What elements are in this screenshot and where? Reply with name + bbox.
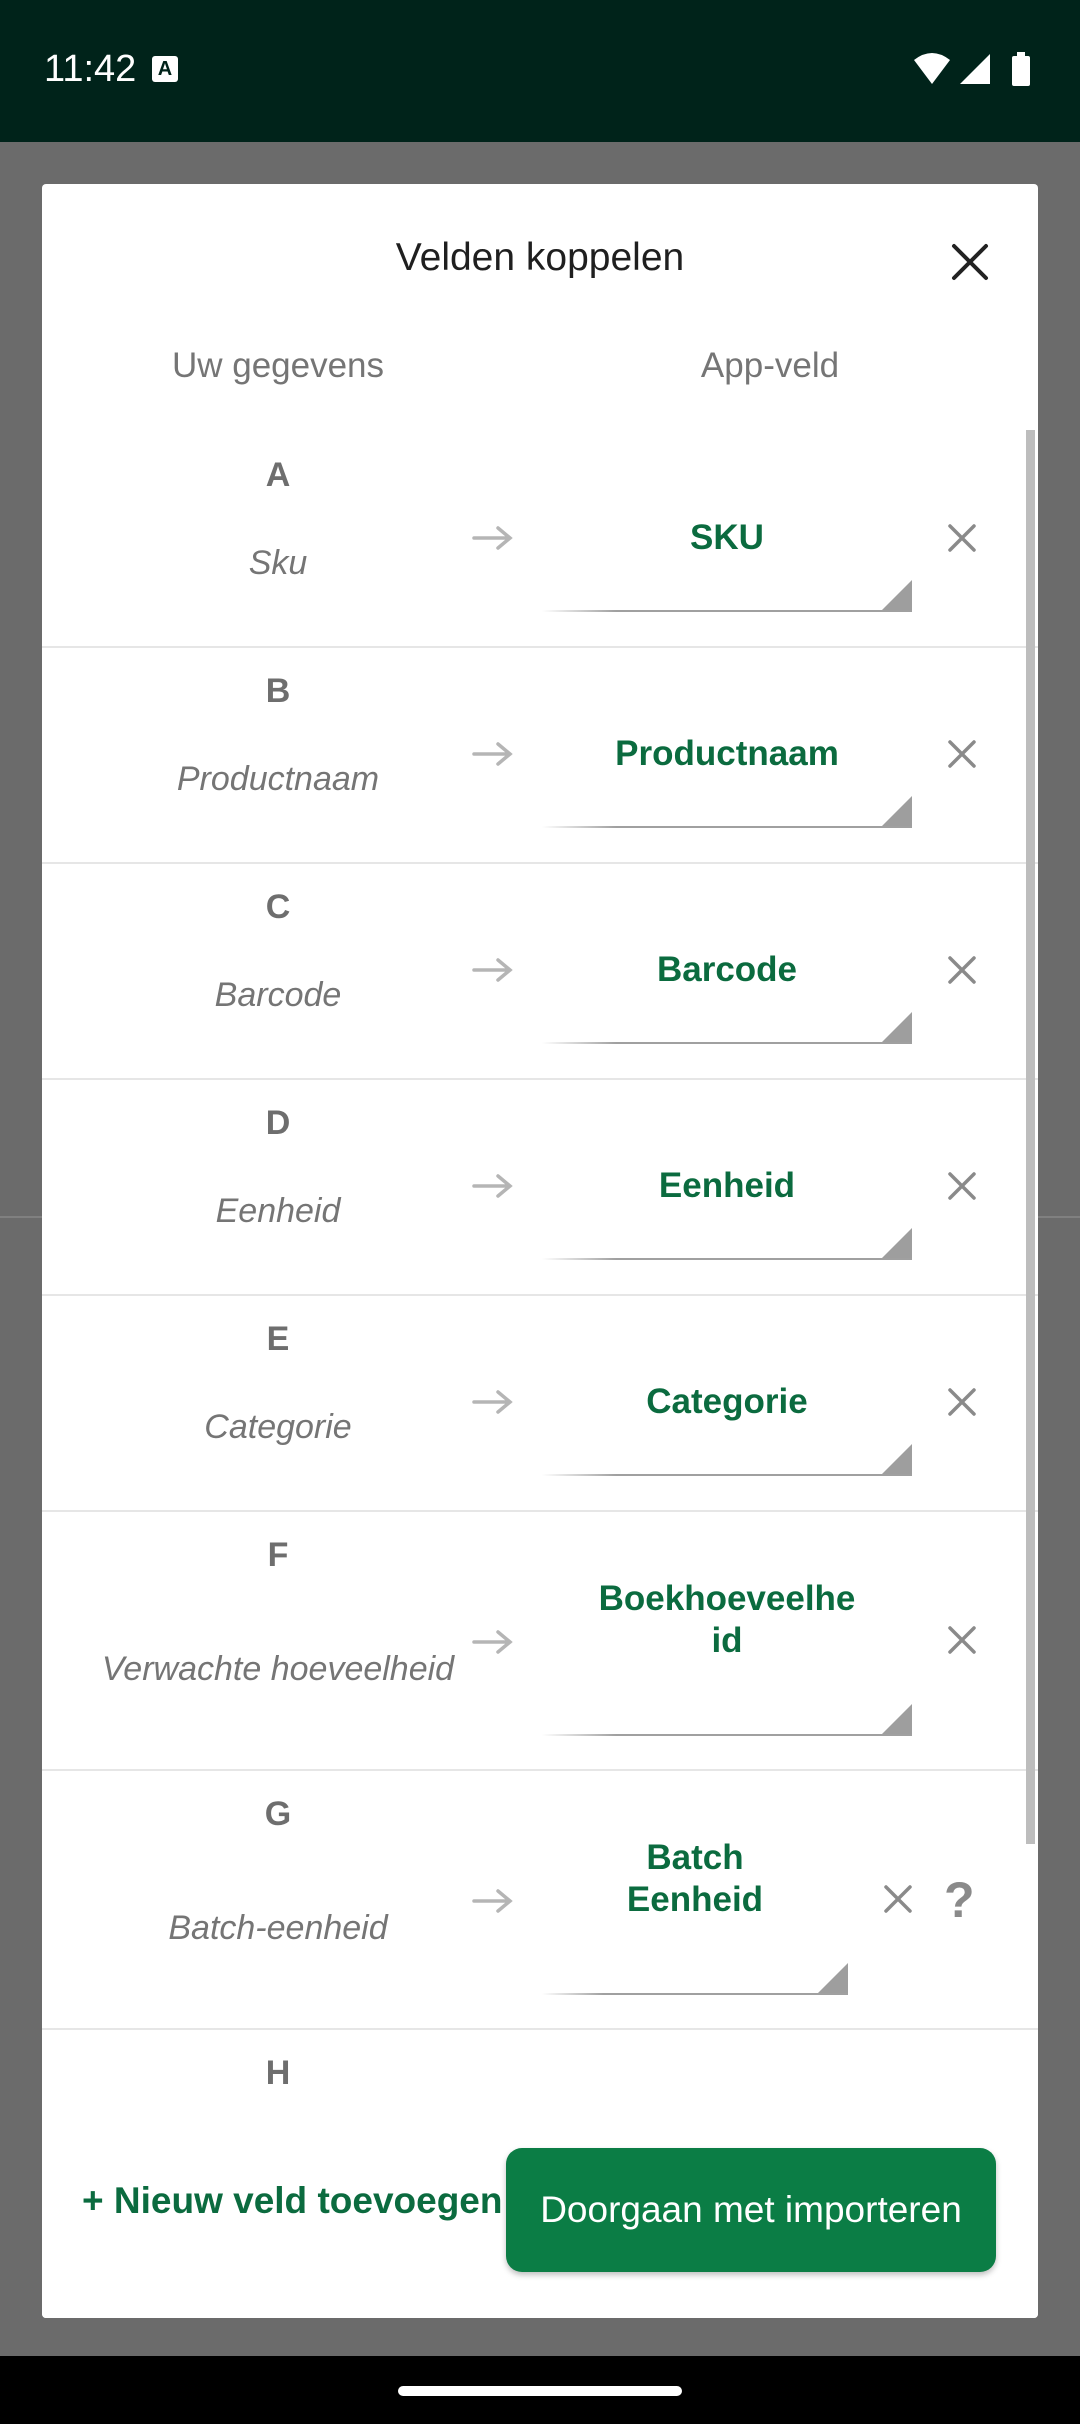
source-column-name: Categorie (204, 1408, 352, 1446)
dropdown-triangle-icon (882, 1444, 912, 1474)
app-field-value: Productnaam (615, 734, 839, 773)
app-field-value: Categorie (646, 1382, 808, 1421)
battery-icon (1012, 52, 1030, 86)
mapping-list[interactable]: A Sku SKU B Productnaam Productnaam C Ba… (42, 430, 1038, 2318)
dropdown-triangle-icon (882, 796, 912, 826)
mapping-row: C Barcode Barcode (42, 862, 1038, 1080)
arrow-right-icon (472, 1630, 513, 1654)
app-field-value: Barcode (656, 950, 798, 989)
wifi-icon (914, 53, 950, 84)
continue-import-button[interactable]: Doorgaan met importeren (506, 2148, 996, 2272)
column-letter: H (265, 2054, 291, 2092)
arrow-right-icon (472, 742, 513, 766)
select-underline (542, 1734, 912, 1736)
dropdown-triangle-icon (882, 1012, 912, 1042)
column-letter: B (265, 672, 291, 710)
app-field-value: Batch (646, 1838, 744, 1877)
home-gesture-handle[interactable] (398, 2386, 682, 2396)
app-field-value: Eenheid (658, 1166, 796, 1205)
remove-mapping-icon[interactable] (942, 518, 982, 558)
scrollbar[interactable] (1026, 430, 1035, 1844)
app-field-select[interactable]: Batch Eenheid (542, 1837, 848, 1921)
dialog-title: Velden koppelen (395, 236, 685, 279)
app-field-select[interactable]: Eenheid (542, 1165, 912, 1207)
map-fields-dialog: Velden koppelen Uw gegevens App-veld A S… (42, 184, 1038, 2318)
help-icon[interactable]: ? (944, 1871, 975, 1929)
remove-mapping-icon[interactable] (942, 1382, 982, 1422)
app-field-select[interactable]: Productnaam (542, 733, 912, 775)
column-letter: D (265, 1104, 291, 1142)
arrow-right-icon (472, 1390, 513, 1414)
dropdown-triangle-icon (818, 1963, 848, 1993)
header-your-data: Uw gegevens (171, 346, 385, 385)
select-underline (542, 1258, 912, 1260)
app-field-select[interactable]: Barcode (542, 949, 912, 991)
status-time: 11:42 (44, 48, 137, 90)
source-column-name: Productnaam (176, 760, 380, 798)
dialog-footer: + Nieuw veld toevoegen Doorgaan met impo… (42, 2124, 1038, 2318)
arrow-right-icon (472, 526, 513, 550)
arrow-right-icon (472, 1174, 513, 1198)
mapping-row: F Verwachte hoeveelheid Boekhoeveelhe id (42, 1510, 1038, 1771)
remove-mapping-icon[interactable] (942, 1166, 982, 1206)
mapping-row: A Sku SKU (42, 430, 1038, 648)
remove-mapping-icon[interactable] (942, 734, 982, 774)
status-bar: 11:42 A (0, 0, 1080, 142)
select-underline (542, 1474, 912, 1476)
column-letter: C (265, 888, 291, 926)
mapping-row: B Productnaam Productnaam (42, 646, 1038, 864)
mapping-row: E Categorie Categorie (42, 1294, 1038, 1512)
column-letter: E (266, 1320, 290, 1358)
status-icons (914, 52, 1030, 86)
dropdown-triangle-icon (882, 580, 912, 610)
source-column-name: Verwachte hoeveelheid (101, 1650, 455, 1688)
remove-mapping-icon[interactable] (878, 1879, 918, 1919)
app-field-value: SKU (690, 518, 764, 557)
navigation-bar (0, 2356, 1080, 2424)
header-app-field: App-veld (700, 346, 840, 385)
mapping-row: D Eenheid Eenheid (42, 1078, 1038, 1296)
app-field-value-continued: Eenheid (626, 1880, 764, 1919)
arrow-right-icon (472, 1889, 513, 1913)
app-field-select[interactable]: SKU (542, 517, 912, 559)
app-field-select[interactable]: Categorie (542, 1381, 912, 1423)
source-column-name: Batch-eenheid (168, 1909, 388, 1947)
app-field-value-continued: id (711, 1621, 743, 1660)
arrow-right-icon (472, 958, 513, 982)
select-underline (542, 1993, 848, 1995)
source-column-name: Barcode (214, 976, 342, 1014)
select-underline (542, 610, 912, 612)
remove-mapping-icon[interactable] (942, 1620, 982, 1660)
source-column-name: Sku (248, 544, 308, 582)
app-field-select[interactable]: Boekhoeveelhe id (542, 1578, 912, 1662)
column-letter: F (267, 1536, 289, 1574)
dropdown-triangle-icon (882, 1704, 912, 1734)
column-letter: G (264, 1795, 292, 1833)
select-underline (542, 826, 912, 828)
close-icon[interactable] (938, 230, 1002, 294)
app-field-value: Boekhoeveelhe (598, 1579, 856, 1618)
select-underline (542, 1042, 912, 1044)
dropdown-triangle-icon (882, 1228, 912, 1258)
add-field-button[interactable]: + Nieuw veld toevoegen (82, 2180, 502, 2222)
remove-mapping-icon[interactable] (942, 950, 982, 990)
keyboard-indicator-icon: A (152, 56, 178, 82)
column-letter: A (265, 456, 291, 494)
mapping-row: G Batch-eenheid Batch Eenheid ? (42, 1769, 1038, 2030)
signal-icon (960, 54, 990, 84)
source-column-name: Eenheid (215, 1192, 341, 1230)
